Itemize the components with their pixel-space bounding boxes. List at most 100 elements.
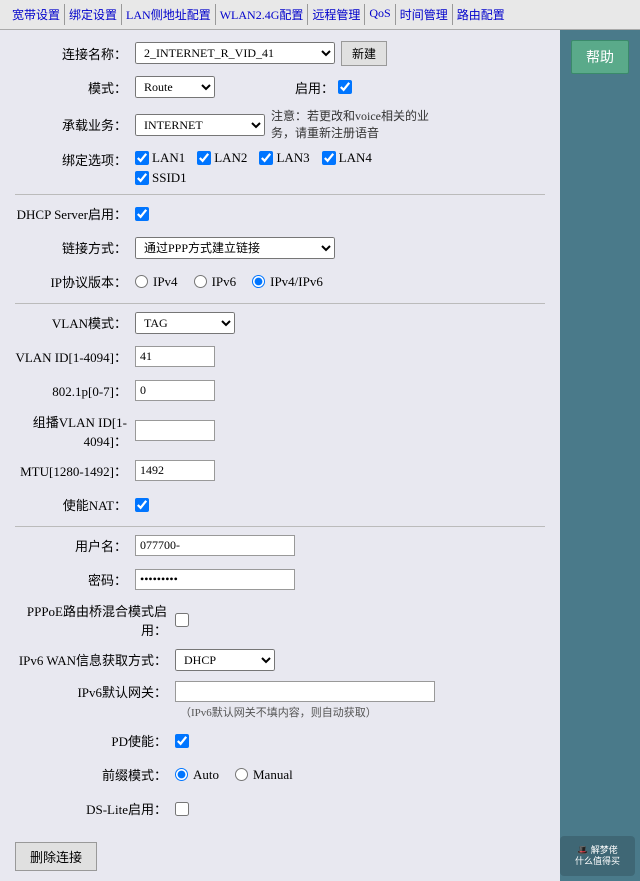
nat-checkbox[interactable] <box>135 498 149 512</box>
prefix-auto-radio[interactable] <box>175 768 188 781</box>
connection-name-select[interactable]: 2_INTERNET_R_VID_41 <box>135 42 335 64</box>
lan3-checkbox[interactable] <box>259 151 273 165</box>
lan1-label: LAN1 <box>152 150 185 166</box>
binding-row: 绑定选项： LAN1 LAN2 LAN3 <box>15 150 545 186</box>
pd-checkbox[interactable] <box>175 734 189 748</box>
lan1-checkbox[interactable] <box>135 151 149 165</box>
ipv6-wan-label: IPv6 WAN信息获取方式： <box>15 650 175 669</box>
group-vlan-input[interactable] <box>135 420 215 441</box>
ipv6-radio[interactable] <box>194 275 207 288</box>
dot1p-input[interactable] <box>135 380 215 401</box>
username-input[interactable] <box>135 535 295 556</box>
dot1p-row: 802.1p[0-7]： <box>15 378 545 404</box>
pppoe-bridge-row: PPPoE路由桥混合模式启用： <box>15 601 545 639</box>
dslite-row: DS-Lite启用： <box>15 796 545 822</box>
connection-name-label: 连接名称： <box>15 44 135 63</box>
mtu-label: MTU[1280-1492]： <box>15 461 135 480</box>
ipv6-gw-label: IPv6默认网关： <box>15 682 175 701</box>
main-area: 连接名称： 2_INTERNET_R_VID_41 新建 模式： Route 启… <box>0 30 640 881</box>
nav-item-宽带设置[interactable]: 宽带设置 <box>8 4 65 25</box>
ipv4ipv6-radio[interactable] <box>252 275 265 288</box>
ipv4-radio[interactable] <box>135 275 148 288</box>
mode-row: 模式： Route 启用： <box>15 74 545 100</box>
group-vlan-label: 组播VLAN ID[1-4094]： <box>15 412 135 450</box>
dhcp-row: DHCP Server启用： <box>15 201 545 227</box>
group-vlan-row: 组播VLAN ID[1-4094]： <box>15 412 545 450</box>
nav-item-路由配置[interactable]: 路由配置 <box>453 4 509 25</box>
prefix-manual-option[interactable]: Manual <box>235 767 293 783</box>
nav-item-WLAN2.4G配置[interactable]: WLAN2.4G配置 <box>216 4 309 25</box>
link-label: 链接方式： <box>15 238 135 257</box>
lan4-checkbox[interactable] <box>322 151 336 165</box>
help-panel: 帮助 <box>560 30 640 881</box>
link-select[interactable]: 通过PPP方式建立链接 <box>135 237 335 259</box>
pd-label: PD使能： <box>15 731 175 750</box>
password-input[interactable] <box>135 569 295 590</box>
ipv6-gw-note: （IPv6默认网关不填内容，则自动获取） <box>180 707 377 719</box>
bottom-logo: 🎩 解梦佬什么值得买 <box>560 836 635 876</box>
ipv6-wan-select[interactable]: DHCP <box>175 649 275 671</box>
vlan-mode-select[interactable]: TAG <box>135 312 235 334</box>
service-select[interactable]: INTERNET <box>135 114 265 136</box>
nav-item-LAN侧地址配置[interactable]: LAN侧地址配置 <box>122 4 216 25</box>
prefix-auto-option[interactable]: Auto <box>175 767 219 783</box>
nav-item-时间管理[interactable]: 时间管理 <box>396 4 453 25</box>
ipv6-gw-input[interactable] <box>175 681 435 702</box>
ipv4ipv6-option[interactable]: IPv4/IPv6 <box>252 274 323 290</box>
enable-checkbox[interactable] <box>338 80 352 94</box>
lan3-label: LAN3 <box>276 150 309 166</box>
service-value: INTERNET 注意：若更改和voice相关的业务，请重新注册语音 <box>135 108 451 142</box>
top-nav: 宽带设置绑定设置LAN侧地址配置WLAN2.4G配置远程管理QoS时间管理路由配… <box>0 0 640 30</box>
vlan-mode-label: VLAN模式： <box>15 313 135 332</box>
vlan-id-row: VLAN ID[1-4094]： <box>15 344 545 370</box>
mode-select[interactable]: Route <box>135 76 215 98</box>
enable-label: 启用： <box>295 78 334 97</box>
logo-text: 🎩 解梦佬什么值得买 <box>575 845 620 867</box>
binding-options: LAN1 LAN2 LAN3 LAN4 <box>135 150 372 186</box>
mtu-input[interactable] <box>135 460 215 481</box>
prefix-row: 前缀模式： Auto Manual <box>15 762 545 788</box>
binding-label: 绑定选项： <box>15 150 135 169</box>
pppoe-bridge-checkbox[interactable] <box>175 613 189 627</box>
ssid1-label: SSID1 <box>152 170 187 186</box>
prefix-manual-radio[interactable] <box>235 768 248 781</box>
vlan-id-label: VLAN ID[1-4094]： <box>15 347 135 366</box>
ipv6-option[interactable]: IPv6 <box>194 274 237 290</box>
nav-item-QoS[interactable]: QoS <box>365 4 395 25</box>
service-label: 承载业务： <box>15 115 135 134</box>
pppoe-bridge-label: PPPoE路由桥混合模式启用： <box>15 601 175 639</box>
new-button[interactable]: 新建 <box>341 41 387 66</box>
content-area: 连接名称： 2_INTERNET_R_VID_41 新建 模式： Route 启… <box>0 30 560 881</box>
dslite-label: DS-Lite启用： <box>15 799 175 818</box>
dot1p-label: 802.1p[0-7]： <box>15 381 135 400</box>
pd-row: PD使能： <box>15 728 545 754</box>
service-row: 承载业务： INTERNET 注意：若更改和voice相关的业务，请重新注册语音 <box>15 108 545 142</box>
delete-button[interactable]: 删除连接 <box>15 842 97 871</box>
ipv6-gw-row: IPv6默认网关： （IPv6默认网关不填内容，则自动获取） <box>15 681 545 720</box>
nav-item-绑定设置[interactable]: 绑定设置 <box>65 4 122 25</box>
vlan-id-input[interactable] <box>135 346 215 367</box>
lan2-checkbox[interactable] <box>197 151 211 165</box>
ip-proto-row: IP协议版本： IPv4 IPv6 IPv4/IPv6 <box>15 269 545 295</box>
nav-item-远程管理[interactable]: 远程管理 <box>308 4 365 25</box>
dslite-checkbox[interactable] <box>175 802 189 816</box>
username-row: 用户名： <box>15 533 545 559</box>
nat-row: 使能NAT： <box>15 492 545 518</box>
password-label: 密码： <box>15 570 135 589</box>
lan2-label: LAN2 <box>214 150 247 166</box>
link-row: 链接方式： 通过PPP方式建立链接 <box>15 235 545 261</box>
dhcp-checkbox[interactable] <box>135 207 149 221</box>
mode-value: Route <box>135 76 215 98</box>
mode-label: 模式： <box>15 78 135 97</box>
help-button[interactable]: 帮助 <box>571 40 629 74</box>
prefix-label: 前缀模式： <box>15 765 175 784</box>
ipv6-wan-row: IPv6 WAN信息获取方式： DHCP <box>15 647 545 673</box>
mtu-row: MTU[1280-1492]： <box>15 458 545 484</box>
ssid1-checkbox[interactable] <box>135 171 149 185</box>
dhcp-label: DHCP Server启用： <box>15 204 135 223</box>
connection-name-value: 2_INTERNET_R_VID_41 新建 <box>135 41 387 66</box>
connection-name-row: 连接名称： 2_INTERNET_R_VID_41 新建 <box>15 40 545 66</box>
lan4-label: LAN4 <box>339 150 372 166</box>
ipv4-option[interactable]: IPv4 <box>135 274 178 290</box>
password-row: 密码： <box>15 567 545 593</box>
